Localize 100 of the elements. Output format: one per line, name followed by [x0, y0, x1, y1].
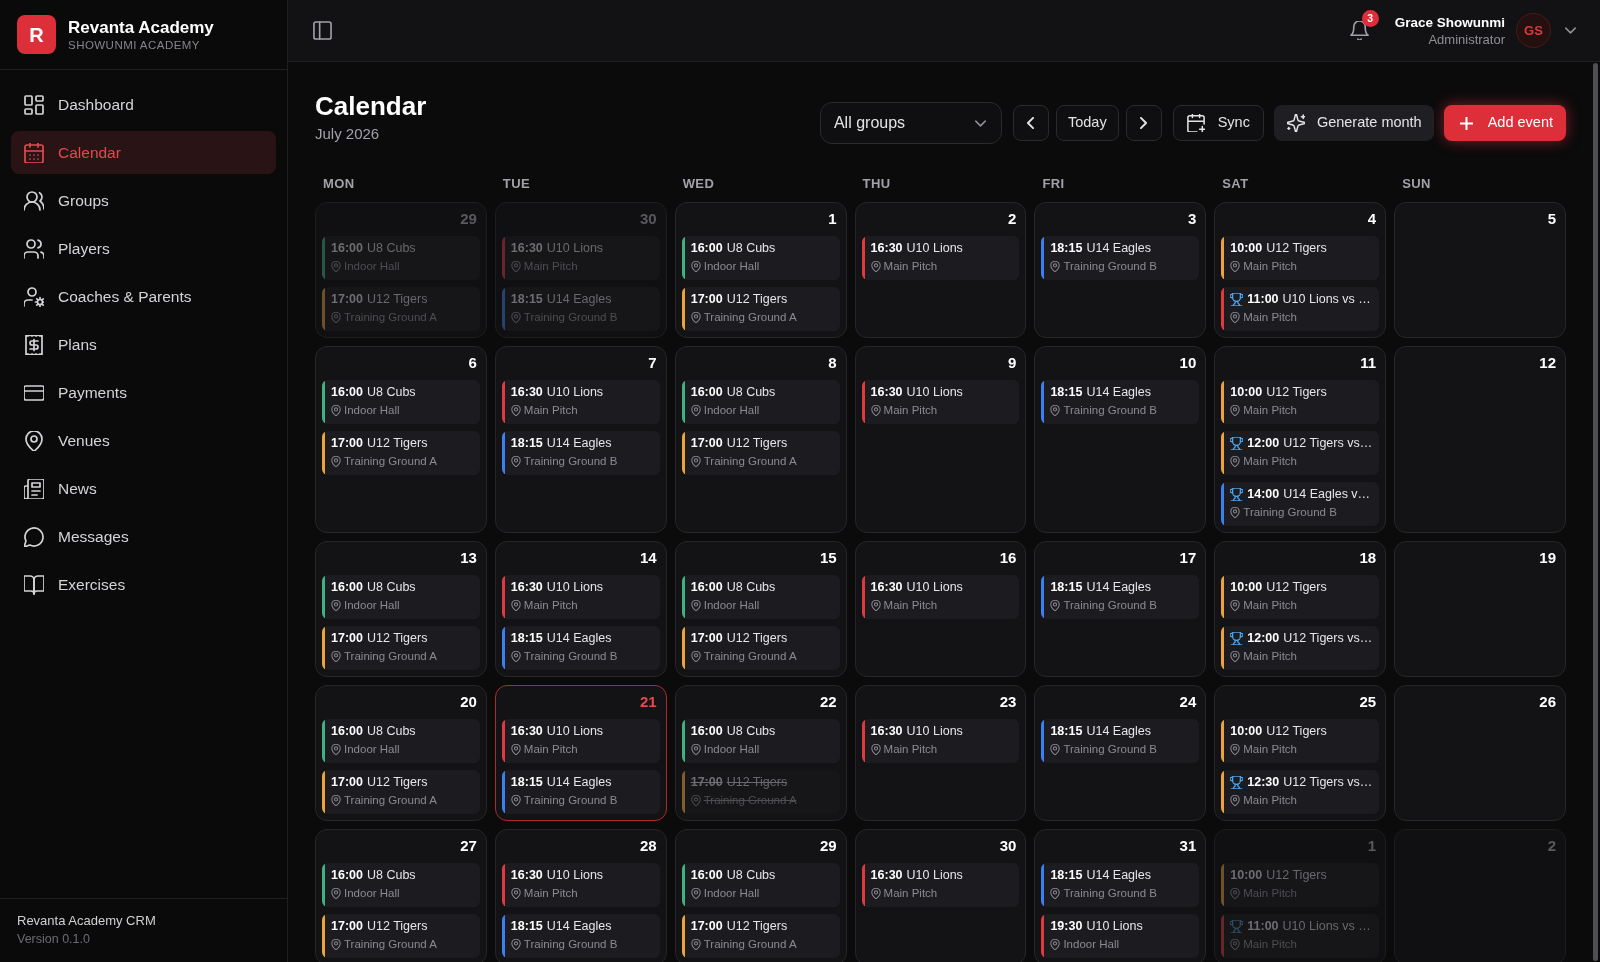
- event-card[interactable]: 16:30 U10 Lions Main Pitch: [861, 863, 1020, 907]
- event-title: U10 Lions vs …: [1282, 918, 1371, 934]
- map-pin-icon: [870, 744, 881, 755]
- nav-item[interactable]: Calendar: [11, 131, 276, 174]
- group-select[interactable]: All groups: [819, 102, 1002, 144]
- event-card[interactable]: 16:00 U8 Cubs Indoor Hall: [322, 380, 480, 424]
- nav-item[interactable]: Dashboard: [11, 83, 276, 126]
- event-card[interactable]: 11:00 U10 Lions vs … Main Pitch: [1221, 287, 1380, 331]
- map-pin-icon: [331, 651, 341, 662]
- event-time: 18:15: [510, 630, 543, 646]
- event-card[interactable]: 18:15 U14 Eagles Training Ground B: [501, 287, 660, 331]
- nav-item[interactable]: Messages: [11, 515, 276, 558]
- event-card[interactable]: 17:00 U12 Tigers Training Ground A: [681, 626, 840, 670]
- nav-item[interactable]: Players: [11, 227, 276, 270]
- event-card[interactable]: 18:15 U14 Eagles Training Ground B: [501, 914, 660, 958]
- event-card[interactable]: 16:00 U8 Cubs Indoor Hall: [681, 575, 840, 619]
- event-card[interactable]: 12:00 U12 Tigers vs… Main Pitch: [1221, 431, 1380, 475]
- event-card[interactable]: 18:15 U14 Eagles Training Ground B: [1041, 236, 1200, 280]
- event-card[interactable]: 16:30 U10 Lions Main Pitch: [501, 719, 660, 763]
- event-card[interactable]: 18:15 U14 Eagles Training Ground B: [501, 770, 660, 814]
- nav-item[interactable]: Payments: [11, 371, 276, 414]
- event-card[interactable]: 16:30 U10 Lions Main Pitch: [501, 863, 660, 907]
- event-card[interactable]: 17:00 U12 Tigers Training Ground A: [681, 431, 840, 475]
- event-card[interactable]: 16:30 U10 Lions Main Pitch: [861, 575, 1020, 619]
- nav-item[interactable]: News: [11, 467, 276, 510]
- day-number: 4: [1367, 209, 1377, 229]
- event-card[interactable]: 18:15 U14 Eagles Training Ground B: [1041, 719, 1200, 763]
- nav-item[interactable]: Venues: [11, 419, 276, 462]
- today-button[interactable]: Today: [1055, 105, 1119, 141]
- chevron-down-icon[interactable]: [1565, 27, 1576, 34]
- event-card[interactable]: 17:00 U12 Tigers Training Ground A: [322, 770, 480, 814]
- event-card[interactable]: 16:00 U8 Cubs Indoor Hall: [322, 575, 480, 619]
- sidebar-toggle-icon[interactable]: [313, 21, 332, 40]
- event-card[interactable]: 16:30 U10 Lions Main Pitch: [501, 236, 660, 280]
- event-card[interactable]: 16:00 U8 Cubs Indoor Hall: [322, 863, 480, 907]
- event-card[interactable]: 16:30 U10 Lions Main Pitch: [501, 380, 660, 424]
- notifications-icon[interactable]: [1349, 21, 1369, 40]
- event-card[interactable]: 17:00 U12 Tigers Training Ground A: [681, 914, 840, 958]
- event-card[interactable]: 16:00 U8 Cubs Indoor Hall: [681, 380, 840, 424]
- event-location: Indoor Hall: [344, 259, 400, 274]
- event-card[interactable]: 11:00 U10 Lions vs … Main Pitch: [1221, 914, 1380, 958]
- event-card[interactable]: 16:30 U10 Lions Main Pitch: [861, 236, 1020, 280]
- scrollbar-thumb[interactable]: [1593, 63, 1598, 961]
- event-card[interactable]: 18:15 U14 Eagles Training Ground B: [1041, 575, 1200, 619]
- event-card[interactable]: 10:00 U12 Tigers Main Pitch: [1221, 236, 1380, 280]
- brand-name: Revanta Academy: [68, 17, 214, 38]
- grid-icon: [24, 94, 44, 115]
- event-card[interactable]: 10:00 U12 Tigers Main Pitch: [1221, 863, 1380, 907]
- nav-item[interactable]: Groups: [11, 179, 276, 222]
- event-card[interactable]: 12:30 U12 Tigers vs… Main Pitch: [1221, 770, 1380, 814]
- event-card[interactable]: 16:00 U8 Cubs Indoor Hall: [681, 863, 840, 907]
- map-pin-icon: [690, 744, 701, 755]
- event-card[interactable]: 18:15 U14 Eagles Training Ground B: [501, 626, 660, 670]
- map-pin-icon: [690, 261, 701, 272]
- day-number: 6: [468, 353, 477, 373]
- event-card[interactable]: 16:00 U8 Cubs Indoor Hall: [322, 236, 480, 280]
- event-location: Indoor Hall: [1063, 937, 1120, 952]
- nav-item[interactable]: Coaches & Parents: [11, 275, 276, 318]
- event-card[interactable]: 10:00 U12 Tigers Main Pitch: [1221, 380, 1380, 424]
- user-avatar[interactable]: GS: [1516, 13, 1551, 48]
- nav-item[interactable]: Exercises: [11, 563, 276, 606]
- event-card[interactable]: 17:00 U12 Tigers Training Ground A: [322, 914, 480, 958]
- previous-button[interactable]: [1012, 105, 1049, 141]
- map-pin-icon: [690, 795, 701, 806]
- add-event-button[interactable]: Add event: [1443, 105, 1566, 141]
- event-card[interactable]: 16:30 U10 Lions Main Pitch: [861, 380, 1020, 424]
- event-card[interactable]: 18:15 U14 Eagles Training Ground B: [1041, 863, 1200, 907]
- event-card[interactable]: 14:00 U14 Eagles v… Training Ground B: [1221, 482, 1380, 526]
- event-card[interactable]: 16:00 U8 Cubs Indoor Hall: [681, 236, 840, 280]
- event-card[interactable]: 19:30 U10 Lions Indoor Hall: [1041, 914, 1200, 958]
- map-pin-icon: [510, 888, 521, 899]
- nav-item[interactable]: Plans: [11, 323, 276, 366]
- event-location: Training Ground A: [703, 649, 797, 664]
- event-card[interactable]: 16:00 U8 Cubs Indoor Hall: [681, 719, 840, 763]
- event-card[interactable]: 10:00 U12 Tigers Main Pitch: [1221, 719, 1380, 763]
- next-button[interactable]: [1125, 105, 1162, 141]
- event-time: 16:30: [510, 723, 543, 739]
- event-card[interactable]: 17:00 U12 Tigers Training Ground A: [322, 626, 480, 670]
- event-card[interactable]: 17:00 U12 Tigers Training Ground A: [322, 287, 480, 331]
- day-number: 30: [640, 209, 657, 229]
- event-card[interactable]: 16:30 U10 Lions Main Pitch: [501, 575, 660, 619]
- event-card[interactable]: 17:00 U12 Tigers Training Ground A: [322, 431, 480, 475]
- event-card[interactable]: 12:00 U12 Tigers vs… Main Pitch: [1221, 626, 1380, 670]
- event-card[interactable]: 18:15 U14 Eagles Training Ground B: [1041, 380, 1200, 424]
- day-number: 10: [1179, 353, 1197, 373]
- event-card[interactable]: 17:00 U12 Tigers Training Ground A: [681, 287, 840, 331]
- event-card[interactable]: 10:00 U12 Tigers Main Pitch: [1221, 575, 1380, 619]
- event-card[interactable]: 16:30 U10 Lions Main Pitch: [861, 719, 1020, 763]
- generate-month-button[interactable]: Generate month: [1273, 105, 1434, 141]
- event-location: Indoor Hall: [344, 598, 400, 613]
- event-card[interactable]: 16:00 U8 Cubs Indoor Hall: [322, 719, 480, 763]
- event-title: U8 Cubs: [726, 240, 776, 256]
- event-card[interactable]: 18:15 U14 Eagles Training Ground B: [501, 431, 660, 475]
- event-title: U14 Eagles: [546, 918, 612, 934]
- event-location: Main Pitch: [523, 742, 578, 757]
- map-pin-icon: [510, 651, 521, 662]
- day-number: 7: [648, 353, 657, 373]
- event-location: Main Pitch: [883, 403, 938, 418]
- sync-button[interactable]: Sync: [1172, 105, 1264, 141]
- event-location: Main Pitch: [1243, 793, 1297, 808]
